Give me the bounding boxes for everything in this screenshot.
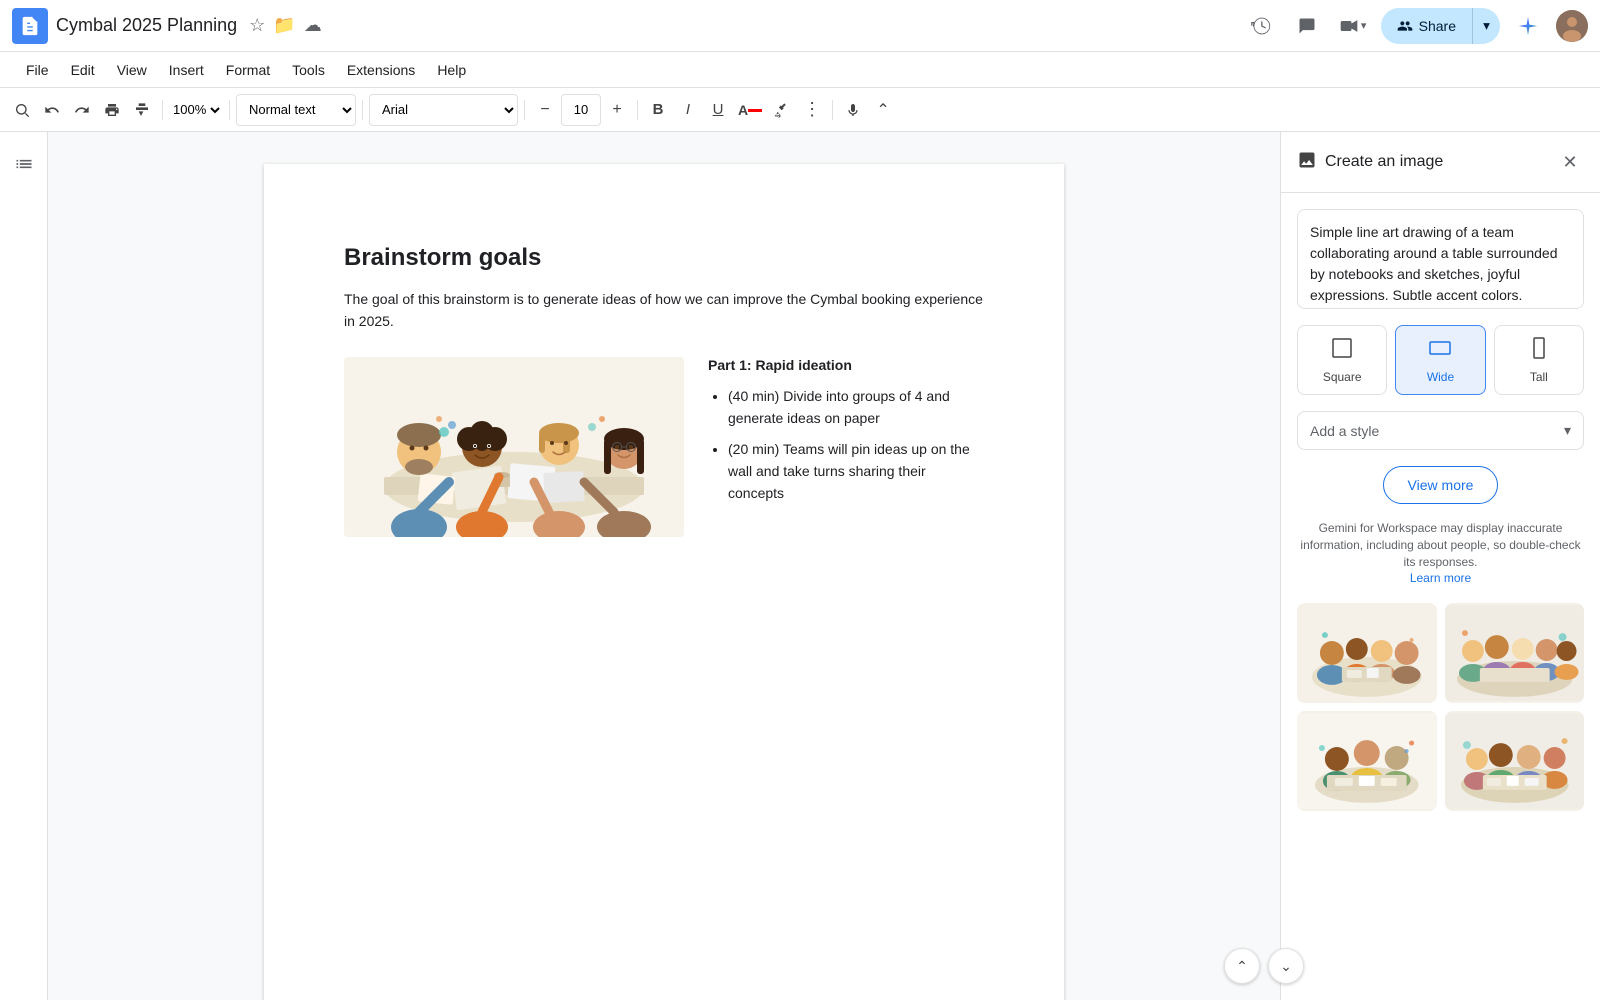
docs-app-icon bbox=[12, 8, 48, 44]
panel-bottom-spacer bbox=[1281, 827, 1600, 847]
folder-icon[interactable]: 📁 bbox=[273, 15, 295, 36]
generated-image-3[interactable] bbox=[1297, 711, 1437, 811]
bullet-item-2[interactable]: (20 min) Teams will pin ideas up on the … bbox=[728, 438, 984, 505]
separator-5 bbox=[637, 100, 638, 120]
style-dropdown[interactable]: Add a style ▾ bbox=[1297, 411, 1584, 450]
main-layout: Brainstorm goals The goal of this brains… bbox=[0, 132, 1600, 1000]
wide-icon bbox=[1428, 336, 1452, 366]
redo-button[interactable] bbox=[68, 94, 96, 126]
search-toolbar-button[interactable] bbox=[8, 94, 36, 126]
generated-image-1[interactable] bbox=[1297, 603, 1437, 703]
panel-title: Create an image bbox=[1325, 153, 1548, 171]
learn-more-link[interactable]: Learn more bbox=[1410, 571, 1471, 585]
disclaimer-text: Gemini for Workspace may display inaccur… bbox=[1297, 520, 1584, 587]
shape-options: Square Wide Tall bbox=[1297, 325, 1584, 395]
bold-button[interactable]: B bbox=[644, 94, 672, 126]
generated-image-2[interactable] bbox=[1445, 603, 1585, 703]
format-toolbar: 100% 75% 125% Normal text Heading 1 Head… bbox=[0, 88, 1600, 132]
menu-insert[interactable]: Insert bbox=[159, 58, 214, 82]
font-size-display[interactable]: 10 bbox=[561, 94, 601, 126]
bullet-list: (40 min) Divide into groups of 4 and gen… bbox=[708, 385, 984, 505]
generated-image-4[interactable] bbox=[1445, 711, 1585, 811]
share-button[interactable]: Share bbox=[1381, 8, 1472, 44]
star-icon[interactable]: ☆ bbox=[249, 15, 265, 36]
scroll-down-control: ⌄ bbox=[1268, 948, 1304, 984]
sidebar-toggle-button[interactable] bbox=[8, 148, 40, 180]
document-page: Brainstorm goals The goal of this brains… bbox=[264, 164, 1064, 1000]
scroll-up-button[interactable]: ⌃ bbox=[1224, 948, 1260, 984]
square-icon bbox=[1330, 336, 1354, 366]
document-title[interactable]: Cymbal 2025 Planning bbox=[56, 15, 237, 36]
separator-6 bbox=[832, 100, 833, 120]
view-more-button[interactable]: View more bbox=[1383, 466, 1499, 504]
comment-button[interactable] bbox=[1289, 8, 1325, 44]
italic-button[interactable]: I bbox=[674, 94, 702, 126]
separator-2 bbox=[229, 100, 230, 120]
view-more-container: View more bbox=[1297, 466, 1584, 504]
menu-extensions[interactable]: Extensions bbox=[337, 58, 425, 82]
create-image-panel: Create an image ✕ Simple line art drawin… bbox=[1280, 132, 1600, 1000]
collapse-toolbar-button[interactable]: ⌃ bbox=[869, 94, 897, 126]
panel-header-icon bbox=[1297, 150, 1317, 175]
panel-header: Create an image ✕ bbox=[1281, 132, 1600, 193]
title-action-icons: ☆ 📁 ☁ bbox=[249, 15, 322, 36]
print-button[interactable] bbox=[98, 94, 126, 126]
menu-tools[interactable]: Tools bbox=[282, 58, 335, 82]
panel-body: Simple line art drawing of a team collab… bbox=[1281, 193, 1600, 827]
separator-1 bbox=[162, 100, 163, 120]
menu-format[interactable]: Format bbox=[216, 58, 280, 82]
highlight-button[interactable] bbox=[768, 94, 796, 126]
style-placeholder: Add a style bbox=[1310, 423, 1379, 439]
bullet-item-1[interactable]: (40 min) Divide into groups of 4 and gen… bbox=[728, 385, 984, 430]
increase-font-button[interactable]: + bbox=[603, 94, 631, 126]
zoom-control: 100% 75% 125% bbox=[169, 94, 223, 126]
separator-3 bbox=[362, 100, 363, 120]
document-area: Brainstorm goals The goal of this brains… bbox=[48, 132, 1280, 1000]
paragraph-style-select[interactable]: Normal text Heading 1 Heading 2 Title bbox=[236, 94, 356, 126]
menu-view[interactable]: View bbox=[107, 58, 157, 82]
tall-icon bbox=[1527, 336, 1551, 366]
paint-format-button[interactable] bbox=[128, 94, 156, 126]
gemini-button[interactable] bbox=[1510, 8, 1546, 44]
share-dropdown-button[interactable]: ▾ bbox=[1472, 8, 1500, 44]
shape-wide-button[interactable]: Wide bbox=[1395, 325, 1485, 395]
sidebar-toggle bbox=[0, 132, 48, 1000]
meet-button[interactable]: ▾ bbox=[1335, 8, 1371, 44]
content-row: Part 1: Rapid ideation (40 min) Divide i… bbox=[344, 357, 984, 537]
shape-square-button[interactable]: Square bbox=[1297, 325, 1387, 395]
image-prompt-textarea[interactable]: Simple line art drawing of a team collab… bbox=[1297, 209, 1584, 309]
title-bar: Cymbal 2025 Planning ☆ 📁 ☁ ▾ bbox=[0, 0, 1600, 52]
decrease-font-button[interactable]: − bbox=[531, 94, 559, 126]
undo-button[interactable] bbox=[38, 94, 66, 126]
team-illustration-image[interactable] bbox=[344, 357, 684, 537]
history-button[interactable] bbox=[1243, 8, 1279, 44]
underline-button[interactable]: U bbox=[704, 94, 732, 126]
document-heading[interactable]: Brainstorm goals bbox=[344, 244, 984, 272]
part-title[interactable]: Part 1: Rapid ideation bbox=[708, 357, 984, 373]
user-avatar[interactable] bbox=[1556, 10, 1588, 42]
font-family-select[interactable]: Arial Times New Roman Georgia bbox=[369, 94, 518, 126]
share-group: Share ▾ bbox=[1381, 8, 1500, 44]
scroll-down-button[interactable]: ⌄ bbox=[1268, 948, 1304, 984]
document-body-paragraph[interactable]: The goal of this brainstorm is to genera… bbox=[344, 288, 984, 333]
more-options-button[interactable]: ⋮ bbox=[798, 94, 826, 126]
menu-file[interactable]: File bbox=[16, 58, 59, 82]
document-right-content: Part 1: Rapid ideation (40 min) Divide i… bbox=[708, 357, 984, 513]
menu-bar: File Edit View Insert Format Tools Exten… bbox=[0, 52, 1600, 88]
menu-edit[interactable]: Edit bbox=[61, 58, 105, 82]
dropdown-arrow-icon: ▾ bbox=[1564, 422, 1571, 439]
separator-4 bbox=[524, 100, 525, 120]
generated-image-grid bbox=[1297, 603, 1584, 811]
menu-help[interactable]: Help bbox=[427, 58, 476, 82]
toolbar-right: ▾ Share ▾ bbox=[1243, 8, 1588, 44]
scroll-controls: ⌃ bbox=[1224, 948, 1260, 984]
cloud-icon[interactable]: ☁ bbox=[304, 15, 322, 36]
voice-typing-button[interactable] bbox=[839, 94, 867, 126]
zoom-select[interactable]: 100% 75% 125% bbox=[169, 94, 223, 126]
text-color-button[interactable]: A bbox=[734, 94, 766, 126]
shape-tall-button[interactable]: Tall bbox=[1494, 325, 1584, 395]
panel-close-button[interactable]: ✕ bbox=[1556, 148, 1584, 176]
